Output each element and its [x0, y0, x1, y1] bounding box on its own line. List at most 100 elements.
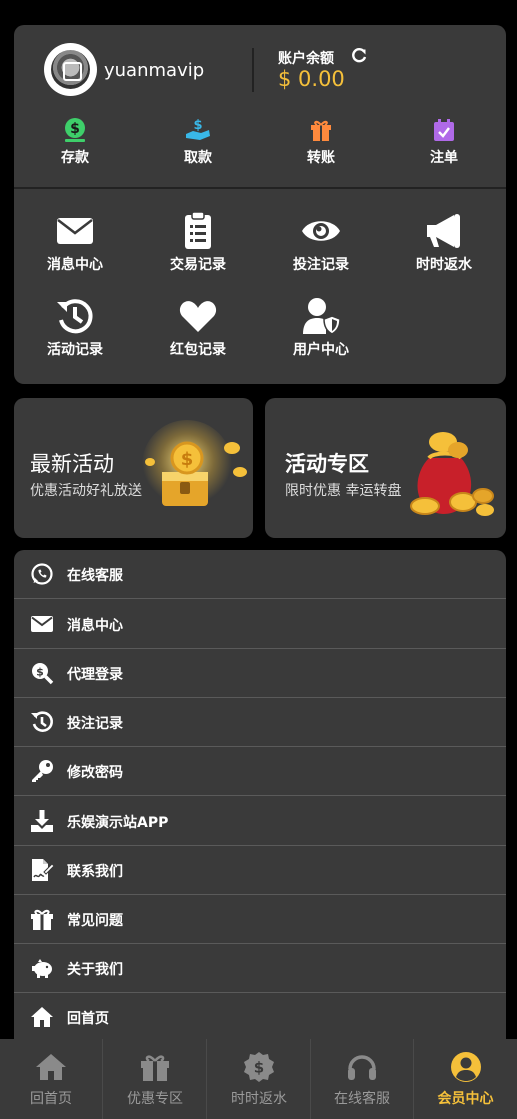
grid-redpacket-records[interactable]: 红包记录 [143, 296, 253, 359]
user-circle-icon [450, 1052, 481, 1082]
dollar-badge-icon: $ [244, 1052, 274, 1082]
envelope-icon [57, 218, 93, 244]
tab-promotions[interactable]: 优惠专区 [104, 1039, 207, 1119]
list-item-messages[interactable]: 消息中心 [14, 600, 506, 649]
tab-home[interactable]: 回首页 [0, 1039, 103, 1119]
gift-transfer-icon [311, 120, 331, 141]
user-row: yuanmavip 账户余额 $ 0.00 [14, 25, 506, 115]
promo-subtitle: 优惠活动好礼放送 [30, 483, 142, 499]
tab-label: 优惠专区 [127, 1091, 183, 1107]
grid-label: 消息中心 [47, 257, 103, 273]
clipboard-list-icon [185, 211, 211, 249]
whatsapp-icon [31, 563, 53, 585]
user-shield-icon [303, 298, 341, 335]
svg-text:$: $ [70, 121, 80, 137]
download-icon [31, 810, 53, 832]
svg-text:$: $ [36, 666, 44, 679]
deposit-button[interactable]: $ 存款 [35, 117, 115, 167]
promo-title: 最新活动 [30, 452, 114, 476]
tab-label: 回首页 [30, 1091, 72, 1107]
tab-customer-service[interactable]: 在线客服 [311, 1039, 414, 1119]
home-icon [36, 1054, 66, 1080]
list-item-label: 联系我们 [67, 864, 123, 880]
treasure-chest-icon: $ [142, 420, 247, 510]
list-item-agent-login[interactable]: $ 代理登录 [14, 649, 506, 698]
transfer-label: 转账 [307, 150, 335, 166]
grid-label: 交易记录 [170, 257, 226, 273]
grid-rebate[interactable]: 时时返水 [389, 211, 499, 274]
withdraw-button[interactable]: $ 取款 [158, 117, 238, 167]
grid-label: 时时返水 [416, 257, 472, 273]
list-item-label: 在线客服 [67, 568, 123, 584]
withdraw-label: 取款 [184, 150, 212, 166]
promo-activity-zone[interactable]: 活动专区 限时优惠 幸运转盘 [265, 398, 506, 538]
grid-user-center[interactable]: 用户中心 [266, 296, 376, 359]
username: yuanmavip [104, 60, 205, 81]
list-item-app-download[interactable]: 乐娱演示站APP [14, 797, 506, 846]
list-item-label: 修改密码 [67, 765, 123, 781]
promo-latest-activity[interactable]: 最新活动 优惠活动好礼放送 $ [14, 398, 253, 538]
list-item-about-us[interactable]: 关于我们 [14, 944, 506, 993]
grid-transactions[interactable]: 交易记录 [143, 211, 253, 274]
calendar-check-icon [434, 119, 454, 141]
svg-text:$: $ [254, 1059, 264, 1077]
tab-label: 在线客服 [334, 1091, 390, 1107]
grid-label: 用户中心 [293, 342, 349, 358]
list-item-label: 关于我们 [67, 962, 123, 978]
avatar[interactable] [44, 43, 97, 96]
list-item-faq[interactable]: 常见问题 [14, 895, 506, 944]
piggy-bank-icon [32, 959, 52, 978]
svg-text:$: $ [193, 118, 202, 133]
key-icon [32, 760, 53, 782]
heart-icon [179, 301, 217, 332]
envelope-icon [31, 616, 53, 632]
history-icon [31, 711, 53, 732]
list-item-label: 消息中心 [67, 618, 123, 634]
money-bag-icon [410, 432, 494, 516]
list-item-label: 常见问题 [67, 913, 123, 929]
search-dollar-icon: $ [32, 663, 54, 685]
transfer-button[interactable]: 转账 [281, 117, 361, 167]
tab-label: 会员中心 [437, 1091, 494, 1107]
list-item-customer-service[interactable]: 在线客服 [14, 550, 506, 599]
deposit-label: 存款 [61, 150, 89, 166]
tab-rebate[interactable]: $ 时时返水 [208, 1039, 311, 1119]
grid-bet-records[interactable]: 投注记录 [266, 211, 376, 274]
tab-label: 时时返水 [231, 1091, 287, 1107]
history-icon [57, 299, 93, 334]
divider [252, 48, 254, 92]
bet-slip-button[interactable]: 注单 [404, 117, 484, 167]
list-item-label: 乐娱演示站APP [67, 815, 169, 831]
list-item-label: 投注记录 [67, 716, 123, 732]
tab-member-center[interactable]: 会员中心 [414, 1039, 517, 1119]
bet-slip-label: 注单 [430, 150, 458, 166]
grid-label: 投注记录 [293, 257, 349, 273]
promo-title: 活动专区 [285, 452, 369, 476]
list-item-change-password[interactable]: 修改密码 [14, 747, 506, 796]
grid-activity-records[interactable]: 活动记录 [20, 296, 130, 359]
file-signature-icon [32, 859, 54, 881]
grid-messages[interactable]: 消息中心 [20, 211, 130, 274]
svg-text:$: $ [181, 449, 194, 470]
menu-list: 在线客服 消息中心 $ 代理登录 投注记录 修改密码 乐娱演示站APP 联系我们… [14, 550, 506, 1050]
list-item-contact-us[interactable]: 联系我们 [14, 846, 506, 895]
gift-icon [31, 909, 53, 930]
list-item-bet-records[interactable]: 投注记录 [14, 698, 506, 747]
refresh-icon[interactable] [351, 48, 367, 64]
list-item-label: 代理登录 [67, 667, 123, 683]
list-item-home[interactable]: 回首页 [14, 993, 506, 1042]
quick-actions: $ 存款 $ 取款 转账 注单 [14, 117, 506, 187]
headset-icon [348, 1055, 376, 1080]
account-card: yuanmavip 账户余额 $ 0.00 $ 存款 $ 取款 转账 注单 消息… [14, 25, 506, 384]
balance-label: 账户余额 [278, 51, 334, 67]
balance-value: $ 0.00 [278, 67, 345, 91]
grid-label: 红包记录 [170, 342, 226, 358]
section-divider [14, 187, 506, 189]
withdraw-icon: $ [186, 118, 210, 140]
megaphone-icon [427, 214, 460, 248]
bottom-tab-bar: 回首页 优惠专区 $ 时时返水 在线客服 会员中心 [0, 1039, 517, 1119]
grid-label: 活动记录 [47, 342, 103, 358]
gift-icon [141, 1055, 169, 1081]
list-item-label: 回首页 [67, 1011, 109, 1027]
eye-icon [302, 221, 340, 241]
